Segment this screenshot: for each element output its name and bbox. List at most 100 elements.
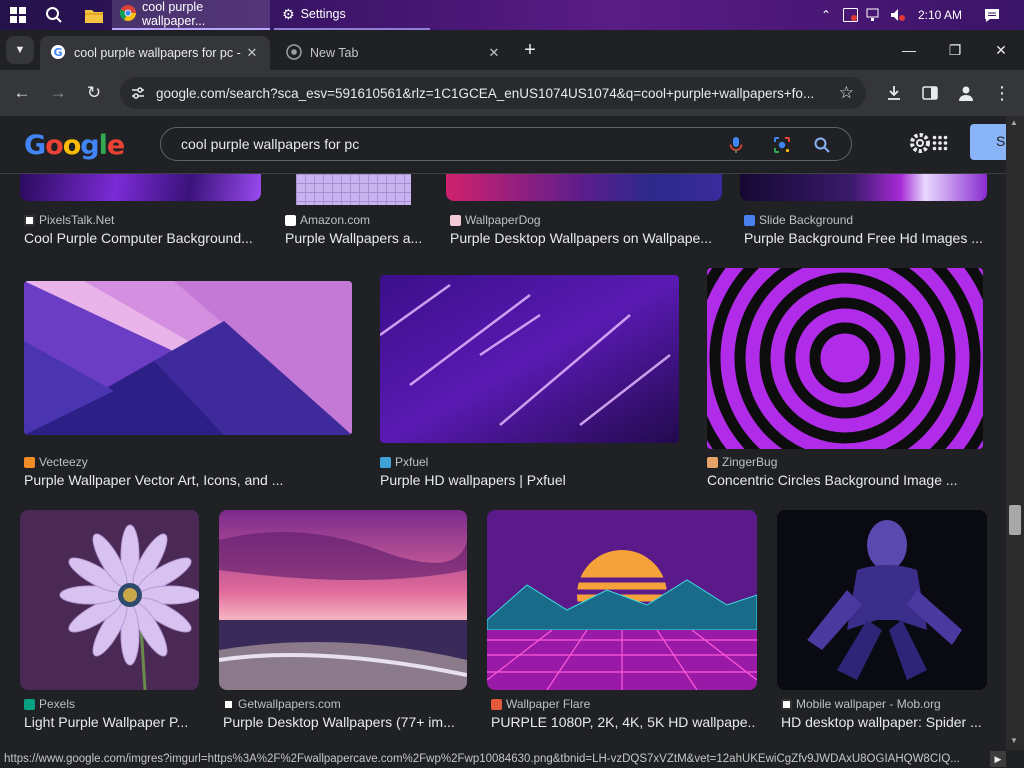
scrollbar-thumb[interactable] bbox=[1009, 505, 1021, 535]
svg-text:G: G bbox=[53, 46, 62, 59]
result-source[interactable]: PixelsTalk.Net bbox=[24, 213, 114, 227]
site-favicon-icon bbox=[380, 456, 391, 468]
download-icon[interactable] bbox=[880, 79, 908, 107]
tab-title: cool purple wallpapers for pc - G bbox=[74, 46, 244, 60]
browser-toolbar: ← → ↻ google.com/search?sca_esv=59161056… bbox=[0, 70, 1024, 116]
taskbar-chrome-window[interactable]: cool purple wallpaper... bbox=[112, 0, 270, 30]
result-title[interactable]: PURPLE 1080P, 2K, 4K, 5K HD wallpape... bbox=[491, 714, 756, 730]
chrome-icon bbox=[119, 4, 136, 24]
result-title[interactable]: Light Purple Wallpaper P... bbox=[24, 714, 194, 730]
result-title[interactable]: Concentric Circles Background Image ... bbox=[707, 472, 987, 488]
tab-google-search[interactable]: G cool purple wallpapers for pc - G ✕ bbox=[40, 36, 270, 70]
horizontal-scroll-right-icon[interactable]: ▶ bbox=[990, 751, 1006, 767]
amazon-favicon-icon bbox=[285, 214, 296, 226]
result-source[interactable]: Wallpaper Flare bbox=[491, 697, 590, 711]
search-box[interactable]: cool purple wallpapers for pc bbox=[160, 127, 852, 161]
taskbar-task-label: cool purple wallpaper... bbox=[142, 0, 206, 28]
result-thumbnail[interactable] bbox=[487, 510, 757, 690]
result-source[interactable]: Amazon.com bbox=[285, 213, 370, 227]
network-icon[interactable] bbox=[864, 0, 884, 30]
side-panel-icon[interactable] bbox=[916, 79, 944, 107]
search-input[interactable]: cool purple wallpapers for pc bbox=[181, 136, 359, 152]
profile-avatar-icon[interactable] bbox=[952, 79, 980, 107]
result-source[interactable]: ZingerBug bbox=[707, 455, 777, 469]
reload-icon[interactable]: ↻ bbox=[80, 79, 108, 107]
google-logo[interactable]: Google bbox=[24, 130, 125, 161]
tab-strip: ▼ G cool purple wallpapers for pc - G ✕ … bbox=[0, 30, 1024, 70]
site-favicon-icon bbox=[24, 456, 35, 468]
google-g-icon: G bbox=[50, 44, 66, 63]
site-favicon-icon bbox=[223, 698, 234, 710]
back-arrow-icon[interactable]: ← bbox=[8, 79, 36, 107]
voice-search-mic-icon[interactable] bbox=[727, 136, 745, 154]
minimize-window-icon[interactable]: — bbox=[886, 30, 932, 70]
chrome-menu-kebab-icon[interactable]: ⋮ bbox=[988, 79, 1016, 107]
taskbar-settings-window[interactable]: ⚙ Settings bbox=[274, 0, 430, 30]
result-thumbnail[interactable] bbox=[20, 174, 261, 201]
address-bar[interactable]: google.com/search?sca_esv=591610561&rlz=… bbox=[120, 77, 866, 109]
settings-gear-icon[interactable] bbox=[908, 131, 932, 160]
windows-taskbar: cool purple wallpaper... ⚙ Settings ⌃ 2:… bbox=[0, 0, 1024, 30]
scroll-up-arrow-icon[interactable]: ▲ bbox=[1010, 118, 1018, 127]
result-thumbnail[interactable] bbox=[446, 174, 722, 201]
result-source[interactable]: Slide Background bbox=[744, 213, 853, 227]
google-apps-grid-icon[interactable] bbox=[932, 135, 948, 156]
result-thumbnail[interactable] bbox=[24, 281, 352, 435]
result-thumbnail[interactable] bbox=[380, 275, 679, 443]
forward-arrow-icon[interactable]: → bbox=[44, 79, 72, 107]
windows-start-icon[interactable] bbox=[4, 0, 32, 30]
taskbar-search-icon[interactable] bbox=[40, 0, 68, 30]
page-scrollbar[interactable]: ▲ ▼ bbox=[1006, 116, 1024, 750]
result-source[interactable]: Mobile wallpaper - Mob.org bbox=[781, 697, 941, 711]
gear-icon: ⚙ bbox=[282, 5, 295, 22]
tab-title: New Tab bbox=[310, 46, 359, 60]
result-source[interactable]: Vecteezy bbox=[24, 455, 88, 469]
sign-in-button[interactable]: Si bbox=[970, 124, 1010, 160]
result-thumbnail[interactable] bbox=[777, 510, 987, 690]
volume-muted-icon[interactable] bbox=[888, 0, 908, 30]
notifications-icon[interactable] bbox=[980, 0, 1004, 30]
chrome-icon bbox=[286, 43, 302, 63]
file-explorer-icon[interactable] bbox=[80, 0, 108, 30]
site-settings-icon[interactable] bbox=[130, 85, 146, 106]
tray-chevron-up-icon[interactable]: ⌃ bbox=[816, 0, 836, 30]
search-submit-icon[interactable] bbox=[813, 136, 831, 154]
link-status-bubble: https://www.google.com/imgres?imgurl=htt… bbox=[0, 750, 1024, 768]
close-tab-icon[interactable]: ✕ bbox=[244, 45, 260, 61]
site-favicon-icon bbox=[491, 698, 502, 710]
maximize-window-icon[interactable]: ❐ bbox=[932, 30, 978, 70]
result-thumbnail[interactable] bbox=[296, 174, 411, 205]
tab-search-chevron-down-icon[interactable]: ▼ bbox=[6, 36, 34, 64]
close-tab-icon[interactable]: ✕ bbox=[486, 45, 502, 61]
result-title[interactable]: Purple Desktop Wallpapers (77+ im... bbox=[223, 714, 467, 730]
site-favicon-icon bbox=[707, 456, 718, 468]
result-thumbnail[interactable] bbox=[219, 510, 467, 690]
result-title[interactable]: Purple Desktop Wallpapers on Wallpape... bbox=[450, 230, 722, 246]
site-favicon-icon bbox=[450, 214, 461, 226]
bookmark-star-icon[interactable]: ☆ bbox=[839, 83, 854, 103]
google-header: Google cool purple wallpapers for pc Si bbox=[0, 116, 1010, 174]
result-source[interactable]: Getwallpapers.com bbox=[223, 697, 341, 711]
security-alert-icon[interactable] bbox=[840, 0, 860, 30]
result-thumbnail[interactable] bbox=[740, 174, 987, 201]
new-tab-plus-icon[interactable]: + bbox=[516, 36, 544, 64]
tab-new-tab[interactable]: New Tab ✕ bbox=[276, 36, 512, 70]
result-title[interactable]: HD desktop wallpaper: Spider ... bbox=[781, 714, 991, 730]
result-title[interactable]: Purple HD wallpapers | Pxfuel bbox=[380, 472, 680, 488]
result-source[interactable]: Pexels bbox=[24, 697, 75, 711]
close-window-icon[interactable]: ✕ bbox=[978, 30, 1024, 70]
image-results-grid: PixelsTalk.Net Cool Purple Computer Back… bbox=[0, 174, 1006, 750]
status-url: https://www.google.com/imgres?imgurl=htt… bbox=[4, 753, 960, 765]
result-title[interactable]: Purple Background Free Hd Images ... bbox=[744, 230, 989, 246]
result-source[interactable]: Pxfuel bbox=[380, 455, 428, 469]
result-title[interactable]: Cool Purple Computer Background... bbox=[24, 230, 264, 246]
url-text[interactable]: google.com/search?sca_esv=591610561&rlz=… bbox=[156, 86, 826, 101]
result-title[interactable]: Purple Wallpapers a... bbox=[285, 230, 430, 246]
result-title[interactable]: Purple Wallpaper Vector Art, Icons, and … bbox=[24, 472, 354, 488]
google-lens-icon[interactable] bbox=[773, 136, 791, 154]
result-thumbnail[interactable] bbox=[20, 510, 199, 690]
result-source[interactable]: WallpaperDog bbox=[450, 213, 541, 227]
result-thumbnail[interactable] bbox=[707, 268, 983, 449]
taskbar-clock[interactable]: 2:10 AM bbox=[918, 0, 962, 30]
scroll-down-arrow-icon[interactable]: ▼ bbox=[1010, 736, 1018, 745]
